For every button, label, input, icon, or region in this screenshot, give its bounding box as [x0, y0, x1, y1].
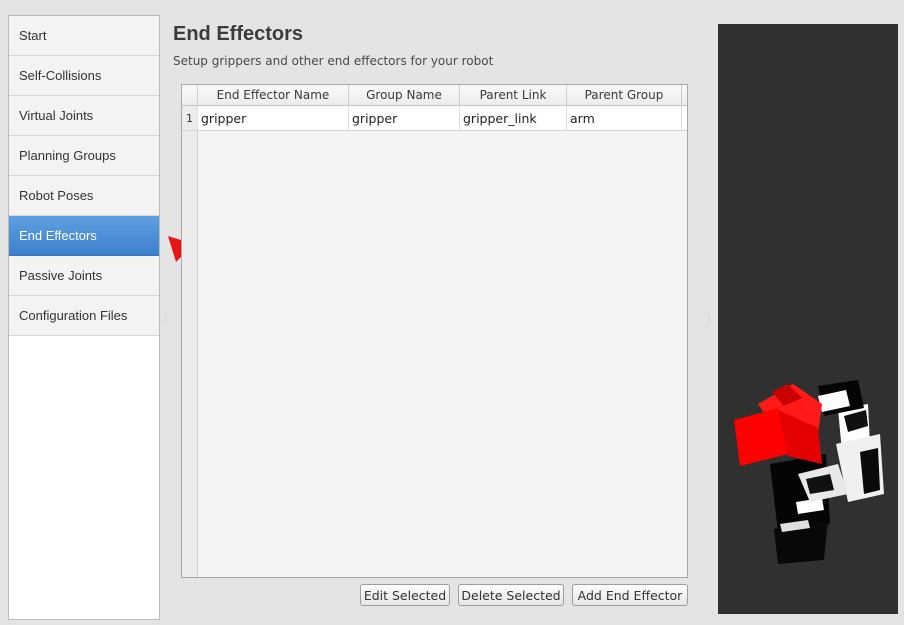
sidebar-item-label: Start: [19, 28, 47, 43]
setup-assistant-window: Start Self-Collisions Virtual Joints Pla…: [0, 0, 904, 625]
cell-end-effector-name[interactable]: gripper: [198, 106, 349, 130]
table-corner-button[interactable]: [182, 85, 198, 105]
robot-3d-viewer[interactable]: [718, 24, 898, 614]
sidebar-item-label: Self-Collisions: [19, 68, 102, 83]
table-row[interactable]: 1 gripper gripper gripper_link arm: [182, 106, 687, 131]
sidebar-item-configuration-files[interactable]: Configuration Files: [9, 296, 159, 336]
table-header: End Effector Name Group Name Parent Link…: [182, 85, 687, 106]
sidebar-item-end-effectors[interactable]: End Effectors: [9, 216, 159, 256]
sidebar-item-passive-joints[interactable]: Passive Joints: [9, 256, 159, 296]
sidebar-item-label: Planning Groups: [19, 148, 116, 163]
sidebar-item-label: Passive Joints: [19, 268, 103, 283]
sidebar-item-label: End Effectors: [19, 228, 97, 243]
sidebar-item-label: Configuration Files: [19, 308, 128, 323]
sidebar-item-virtual-joints[interactable]: Virtual Joints: [9, 96, 159, 136]
end-effectors-table[interactable]: End Effector Name Group Name Parent Link…: [181, 84, 688, 578]
cell-parent-group[interactable]: arm: [567, 106, 682, 130]
sidebar-item-robot-poses[interactable]: Robot Poses: [9, 176, 159, 216]
column-header-group-name[interactable]: Group Name: [349, 85, 460, 105]
cell-parent-link[interactable]: gripper_link: [460, 106, 567, 130]
sidebar-nav: Start Self-Collisions Virtual Joints Pla…: [8, 15, 160, 620]
sidebar-item-self-collisions[interactable]: Self-Collisions: [9, 56, 159, 96]
column-header-parent-link[interactable]: Parent Link: [460, 85, 567, 105]
edit-selected-button[interactable]: Edit Selected: [360, 584, 450, 606]
sidebar-item-start[interactable]: Start: [9, 16, 159, 56]
row-header-column: [182, 106, 198, 577]
delete-selected-button[interactable]: Delete Selected: [458, 584, 564, 606]
row-number[interactable]: 1: [182, 106, 198, 130]
column-header-parent-group[interactable]: Parent Group: [567, 85, 682, 105]
splitter-handle-left[interactable]: ⋮: [162, 314, 170, 323]
page-title: End Effectors: [173, 23, 304, 45]
sidebar-item-label: Robot Poses: [19, 188, 94, 203]
column-header-end-effector-name[interactable]: End Effector Name: [198, 85, 349, 105]
robot-model-icon: [734, 380, 884, 564]
cell-group-name[interactable]: gripper: [349, 106, 460, 130]
add-end-effector-button[interactable]: Add End Effector: [572, 584, 688, 606]
splitter-handle-right[interactable]: ⋮: [705, 314, 713, 323]
page-subtitle: Setup grippers and other end effectors f…: [173, 54, 494, 68]
sidebar-item-label: Virtual Joints: [19, 108, 94, 123]
sidebar-item-planning-groups[interactable]: Planning Groups: [9, 136, 159, 176]
